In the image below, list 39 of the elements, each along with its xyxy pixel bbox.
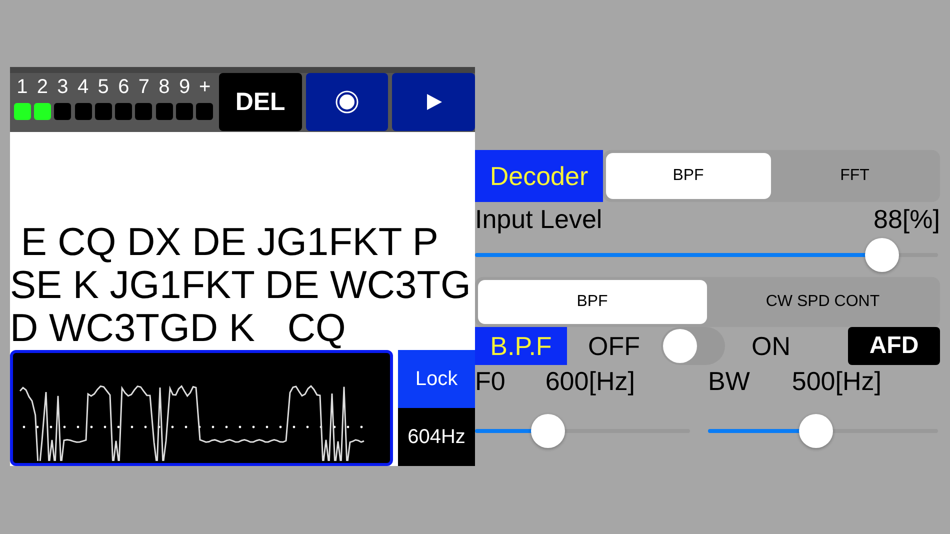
input-level-label: Input Level	[475, 203, 602, 236]
f0-reading: 600[Hz]	[545, 365, 635, 397]
delete-button[interactable]: DEL	[219, 73, 302, 131]
decoded-text-line: SE K JG1FKT DE WC3TG	[10, 264, 472, 307]
slider-thumb[interactable]	[531, 414, 566, 448]
channel-number: 4	[77, 75, 89, 100]
channel-number: 7	[138, 75, 150, 100]
channel-number: 8	[158, 75, 170, 100]
afd-button[interactable]: AFD	[848, 327, 940, 365]
slider-thumb[interactable]	[799, 414, 834, 448]
channel-number: 6	[118, 75, 130, 100]
segment-tab[interactable]: BPF	[478, 280, 706, 324]
record-icon	[335, 90, 359, 114]
segment-tab[interactable]: FFT	[772, 153, 937, 199]
channel-number: 9	[178, 75, 190, 100]
channel-number: 1	[16, 75, 28, 100]
on-label: ON	[750, 330, 792, 362]
channel-number: 2	[36, 75, 48, 100]
decoder-label: Decoder	[475, 150, 603, 202]
segment-tab[interactable]: CW SPD CONT	[708, 280, 937, 324]
decoded-text-line: E CQ DX DE JG1FKT P	[20, 221, 440, 264]
segment-tab[interactable]: BPF	[606, 153, 770, 199]
frequency-readout: 604Hz	[398, 408, 475, 466]
bw-reading: 500[Hz]	[792, 365, 882, 397]
input-level-reading: 88[%]	[874, 203, 940, 236]
f0-label: F0	[475, 365, 506, 397]
channel-number: 5	[98, 75, 109, 100]
play-button[interactable]	[392, 73, 476, 131]
record-button[interactable]	[306, 73, 388, 131]
slider-thumb[interactable]	[865, 238, 900, 272]
off-label: OFF	[587, 330, 641, 362]
lock-button[interactable]: Lock	[398, 350, 475, 408]
bpf-label: B.P.F	[475, 327, 567, 365]
bpf-toggle[interactable]	[661, 327, 725, 365]
bw-label: BW	[708, 365, 750, 397]
decoded-text-line: D WC3TGD K CQ	[10, 307, 347, 350]
channel-number: +	[198, 75, 211, 100]
play-icon	[424, 93, 443, 111]
channel-number: 3	[57, 75, 68, 100]
